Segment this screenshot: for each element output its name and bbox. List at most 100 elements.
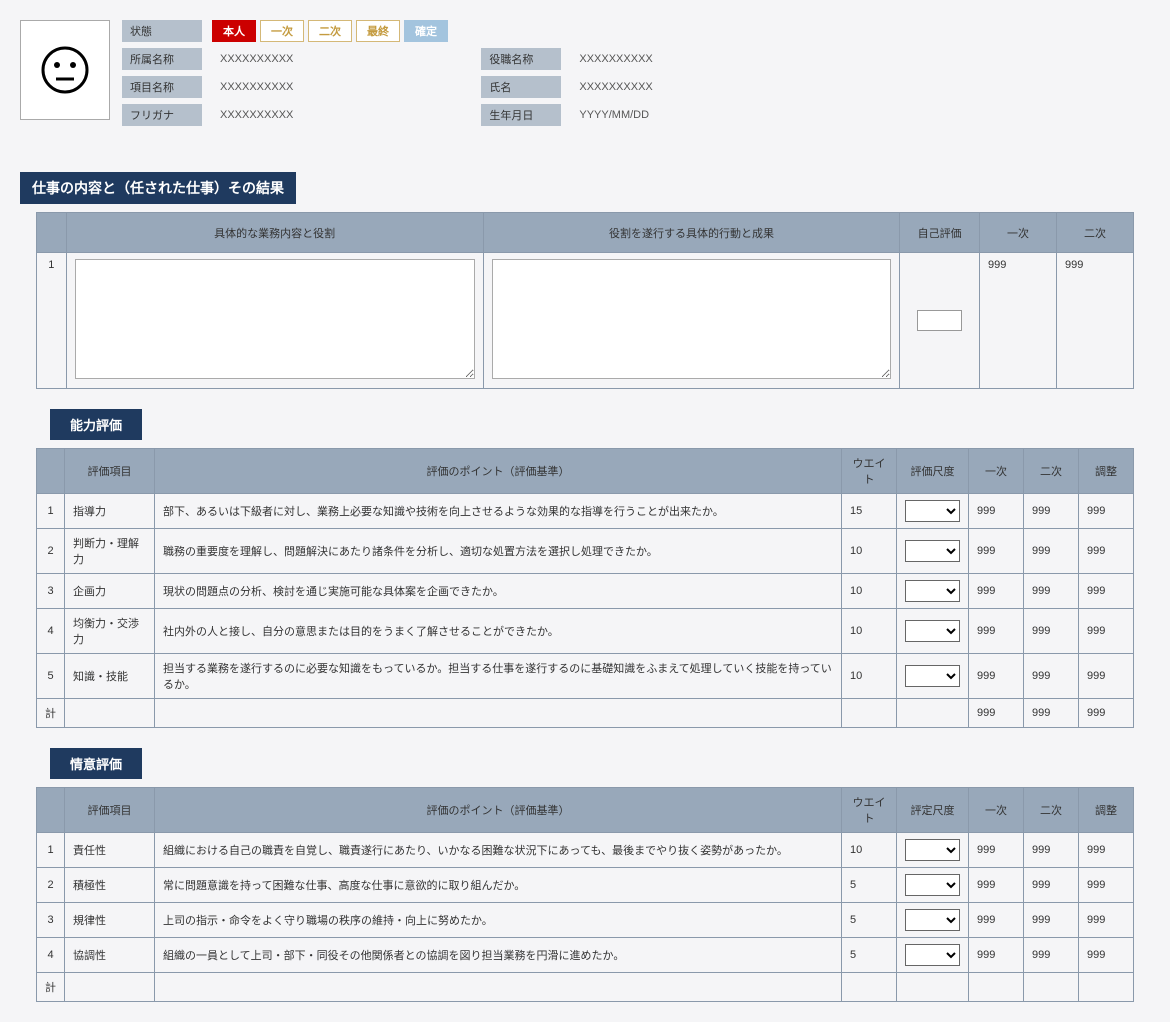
header-first: 一次: [969, 788, 1024, 833]
first-score: 999: [969, 609, 1024, 654]
field-value: XXXXXXXXXX: [212, 106, 301, 124]
second-score: 999: [1024, 529, 1079, 574]
header-point: 評価のポイント（評価基準）: [155, 449, 842, 494]
scale-select[interactable]: [905, 909, 960, 931]
table-row: 1 999 999: [37, 253, 1134, 389]
scale-select[interactable]: [905, 944, 960, 966]
eval-desc: 上司の指示・命令をよく守り職場の秩序の維持・向上に努めたか。: [155, 903, 842, 938]
field-label: 役職名称: [481, 48, 561, 70]
eval-desc: 組織の一員として上司・部下・同役その他関係者との協調を図り担当業務を円滑に進めた…: [155, 938, 842, 973]
header-adjust: 調整: [1079, 788, 1134, 833]
eval-desc: 職務の重要度を理解し、問題解決にあたり諸条件を分析し、適切な処置方法を選択し処理…: [155, 529, 842, 574]
header-item: 評価項目: [65, 788, 155, 833]
content-textarea[interactable]: [75, 259, 475, 379]
header-adjust: 調整: [1079, 449, 1134, 494]
field-label: 項目名称: [122, 76, 202, 98]
total-second: [1024, 973, 1079, 1002]
profile-right-column: 役職名称 XXXXXXXXXX 氏名 XXXXXXXXXX 生年月日 YYYY/…: [481, 48, 660, 132]
eval-desc: 部下、あるいは下級者に対し、業務上必要な知識や技術を向上させるような効果的な指導…: [155, 494, 842, 529]
field-label: 生年月日: [481, 104, 561, 126]
header-blank: [37, 213, 67, 253]
row-number: 3: [37, 903, 65, 938]
field-value: XXXXXXXXXX: [212, 78, 301, 96]
eval-desc: 常に問題意識を持って困難な仕事、高度な仕事に意欲的に取り組んだか。: [155, 868, 842, 903]
badge-second: 二次: [308, 20, 352, 42]
row-number: 5: [37, 654, 65, 699]
weight-value: 5: [842, 868, 897, 903]
second-score: 999: [1056, 253, 1133, 389]
scale-select[interactable]: [905, 620, 960, 642]
first-score: 999: [969, 529, 1024, 574]
scale-select[interactable]: [905, 874, 960, 896]
table-row: 3企画力現状の問題点の分析、検討を通じ実施可能な具体案を企画できたか。10999…: [37, 574, 1134, 609]
work-content-table: 具体的な業務内容と役割 役割を遂行する具体的行動と成果 自己評価 一次 二次 1…: [36, 212, 1134, 389]
weight-value: 10: [842, 609, 897, 654]
badge-final: 最終: [356, 20, 400, 42]
header-weight: ウエイト: [842, 788, 897, 833]
avatar-face-icon: [40, 45, 90, 95]
table-row: 1責任性組織における自己の職責を自覚し、職責遂行にあたり、いかなる困難な状況下に…: [37, 833, 1134, 868]
profile-header: 状態 本人 一次 二次 最終 確定 所属名称 XXXXXXXXXX 項目名称 X…: [20, 20, 1150, 132]
adjust-score: 999: [1079, 938, 1134, 973]
weight-value: 15: [842, 494, 897, 529]
total-first: 999: [969, 699, 1024, 728]
profile-left-column: 所属名称 XXXXXXXXXX 項目名称 XXXXXXXXXX フリガナ XXX…: [122, 48, 301, 132]
section3-title: 情意評価: [50, 748, 142, 779]
scale-select[interactable]: [905, 500, 960, 522]
weight-value: 10: [842, 574, 897, 609]
weight-value: 10: [842, 654, 897, 699]
badge-self: 本人: [212, 20, 256, 42]
eval-item: 企画力: [65, 574, 155, 609]
eval-item: 協調性: [65, 938, 155, 973]
eval-item: 規律性: [65, 903, 155, 938]
header-scale: 評価尺度: [897, 449, 969, 494]
first-score: 999: [969, 833, 1024, 868]
ability-eval-table: 評価項目 評価のポイント（評価基準） ウエイト 評価尺度 一次 二次 調整 1指…: [36, 448, 1134, 728]
second-score: 999: [1024, 609, 1079, 654]
eval-item: 知識・技能: [65, 654, 155, 699]
second-score: 999: [1024, 574, 1079, 609]
eval-item: 責任性: [65, 833, 155, 868]
scale-select[interactable]: [905, 665, 960, 687]
scale-select[interactable]: [905, 540, 960, 562]
adjust-score: 999: [1079, 833, 1134, 868]
adjust-score: 999: [1079, 903, 1134, 938]
scale-select[interactable]: [905, 580, 960, 602]
total-row: 計: [37, 973, 1134, 1002]
total-label: 計: [37, 973, 65, 1002]
total-row: 計999999999: [37, 699, 1134, 728]
table-row: 5知識・技能担当する業務を遂行するのに必要な知識をもっているか。担当する仕事を遂…: [37, 654, 1134, 699]
header-blank: [37, 788, 65, 833]
field-value: YYYY/MM/DD: [571, 106, 657, 124]
header-first: 一次: [969, 449, 1024, 494]
action-textarea[interactable]: [492, 259, 892, 379]
status-badges: 本人 一次 二次 最終 確定: [212, 20, 448, 42]
header-weight: ウエイト: [842, 449, 897, 494]
scale-select[interactable]: [905, 839, 960, 861]
eval-item: 判断力・理解力: [65, 529, 155, 574]
header-content: 具体的な業務内容と役割: [66, 213, 483, 253]
header-second: 二次: [1056, 213, 1133, 253]
second-score: 999: [1024, 494, 1079, 529]
weight-value: 10: [842, 833, 897, 868]
table-row: 3規律性上司の指示・命令をよく守り職場の秩序の維持・向上に努めたか。599999…: [37, 903, 1134, 938]
badge-first: 一次: [260, 20, 304, 42]
self-eval-input[interactable]: [917, 310, 962, 331]
total-second: 999: [1024, 699, 1079, 728]
sentiment-eval-table: 評価項目 評価のポイント（評価基準） ウエイト 評定尺度 一次 二次 調整 1責…: [36, 787, 1134, 1002]
table-row: 1指導力部下、あるいは下級者に対し、業務上必要な知識や技術を向上させるような効果…: [37, 494, 1134, 529]
header-item: 評価項目: [65, 449, 155, 494]
table-row: 4協調性組織の一員として上司・部下・同役その他関係者との協調を図り担当業務を円滑…: [37, 938, 1134, 973]
second-score: 999: [1024, 938, 1079, 973]
second-score: 999: [1024, 833, 1079, 868]
weight-value: 5: [842, 938, 897, 973]
first-score: 999: [969, 574, 1024, 609]
second-score: 999: [1024, 868, 1079, 903]
eval-item: 均衡力・交渉力: [65, 609, 155, 654]
row-number: 1: [37, 494, 65, 529]
second-score: 999: [1024, 903, 1079, 938]
adjust-score: 999: [1079, 609, 1134, 654]
header-second: 二次: [1024, 788, 1079, 833]
total-adjust: 999: [1079, 699, 1134, 728]
field-label: 所属名称: [122, 48, 202, 70]
